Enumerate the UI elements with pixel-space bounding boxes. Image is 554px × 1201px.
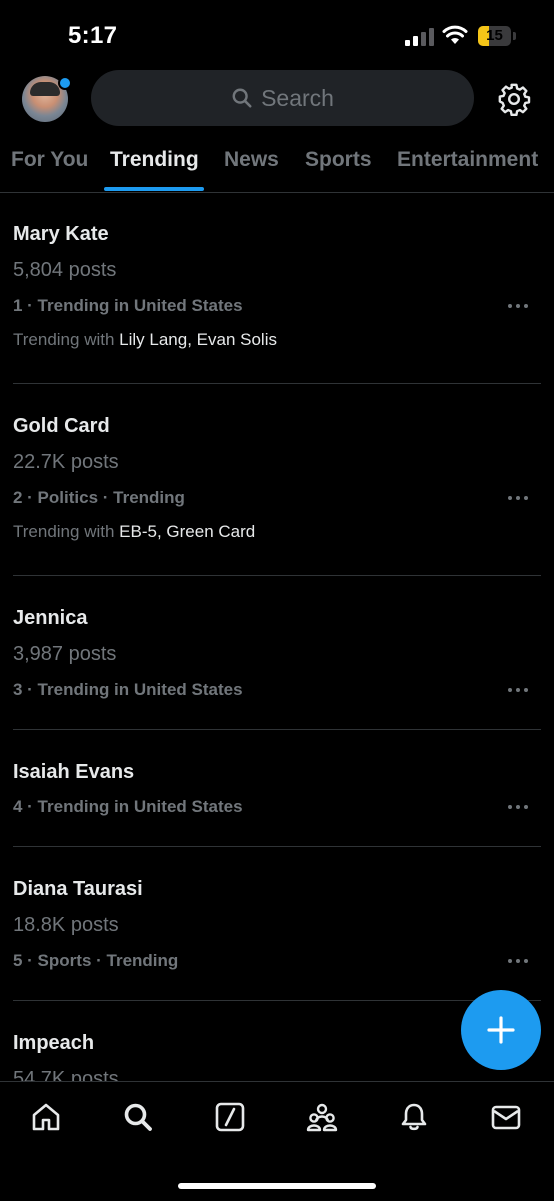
trend-post-count: 5,804 posts xyxy=(13,259,117,281)
divider xyxy=(13,846,541,847)
more-options-icon[interactable] xyxy=(506,956,530,966)
trend-item[interactable]: Mary Kate 5,804 posts 1 · Trending in Un… xyxy=(0,193,554,384)
active-tab-indicator xyxy=(104,187,204,191)
cellular-signal-icon xyxy=(405,28,434,46)
trend-post-count: 22.7K posts xyxy=(13,451,119,473)
trend-related: Trending with Lily Lang, Evan Solis xyxy=(13,330,277,350)
more-options-icon[interactable] xyxy=(506,301,530,311)
top-header: Search xyxy=(0,68,554,130)
notifications-icon[interactable] xyxy=(398,1101,430,1133)
trending-with-names[interactable]: Lily Lang, Evan Solis xyxy=(119,330,277,349)
trend-item[interactable]: Jennica 3,987 posts 3 · Trending in Unit… xyxy=(0,577,554,730)
trend-meta: 3 · Trending in United States xyxy=(13,680,243,699)
trend-post-count: 18.8K posts xyxy=(13,914,119,936)
trend-item[interactable]: Gold Card 22.7K posts 2 · Politics · Tre… xyxy=(0,385,554,576)
notification-dot xyxy=(58,76,72,90)
bottom-nav xyxy=(0,1081,554,1201)
trend-meta: 1 · Trending in United States xyxy=(13,296,243,315)
trend-item[interactable]: Isaiah Evans 4 · Trending in United Stat… xyxy=(0,731,554,847)
trend-meta: 2 · Politics · Trending xyxy=(13,488,185,507)
battery-indicator: 15 xyxy=(478,26,518,46)
trend-meta: 5 · Sports · Trending xyxy=(13,951,179,970)
trend-name: Gold Card xyxy=(13,415,110,437)
tab-news[interactable]: News xyxy=(224,148,279,172)
home-indicator[interactable] xyxy=(178,1183,376,1189)
trend-name: Isaiah Evans xyxy=(13,761,135,783)
compose-post-button[interactable] xyxy=(461,990,541,1070)
divider xyxy=(13,1000,541,1001)
trend-meta: 4 · Trending in United States xyxy=(13,797,243,816)
settings-gear-icon[interactable] xyxy=(497,82,531,116)
wifi-icon xyxy=(442,25,468,44)
search-icon xyxy=(232,88,252,108)
explore-tabs: For You Trending News Sports Entertainme… xyxy=(0,136,554,193)
communities-icon[interactable] xyxy=(306,1101,338,1133)
divider xyxy=(13,575,541,576)
battery-level: 15 xyxy=(486,27,503,44)
trend-name: Jennica xyxy=(13,607,88,629)
trending-with-label: Trending with xyxy=(13,330,115,349)
divider xyxy=(13,729,541,730)
messages-icon[interactable] xyxy=(490,1101,522,1133)
more-options-icon[interactable] xyxy=(506,493,530,503)
search-placeholder: Search xyxy=(261,84,334,111)
tab-entertainment[interactable]: Entertainment xyxy=(397,148,538,172)
tab-trending[interactable]: Trending xyxy=(110,148,199,172)
search-bar[interactable]: Search xyxy=(91,70,474,126)
plus-icon xyxy=(487,1016,515,1044)
status-bar: 5:17 15 xyxy=(0,0,554,70)
trend-post-count: 3,987 posts xyxy=(13,643,117,665)
trend-item[interactable]: Diana Taurasi 18.8K posts 5 · Sports · T… xyxy=(0,848,554,1001)
divider xyxy=(13,383,541,384)
trend-name: Diana Taurasi xyxy=(13,878,143,900)
trending-with-label: Trending with xyxy=(13,522,115,541)
grok-icon[interactable] xyxy=(214,1101,246,1133)
trend-post-count: 54.7K posts xyxy=(13,1068,119,1081)
status-time: 5:17 xyxy=(68,22,118,49)
trend-list: Mary Kate 5,804 posts 1 · Trending in Un… xyxy=(0,193,554,1081)
trend-related: Trending with EB-5, Green Card xyxy=(13,522,255,542)
tab-sports[interactable]: Sports xyxy=(305,148,372,172)
more-options-icon[interactable] xyxy=(506,685,530,695)
home-icon[interactable] xyxy=(30,1101,62,1133)
trend-name: Mary Kate xyxy=(13,223,109,245)
more-options-icon[interactable] xyxy=(506,802,530,812)
trending-with-names[interactable]: EB-5, Green Card xyxy=(119,522,255,541)
tab-for-you[interactable]: For You xyxy=(11,148,88,172)
trend-name: Impeach xyxy=(13,1032,95,1054)
search-icon[interactable] xyxy=(122,1101,154,1133)
